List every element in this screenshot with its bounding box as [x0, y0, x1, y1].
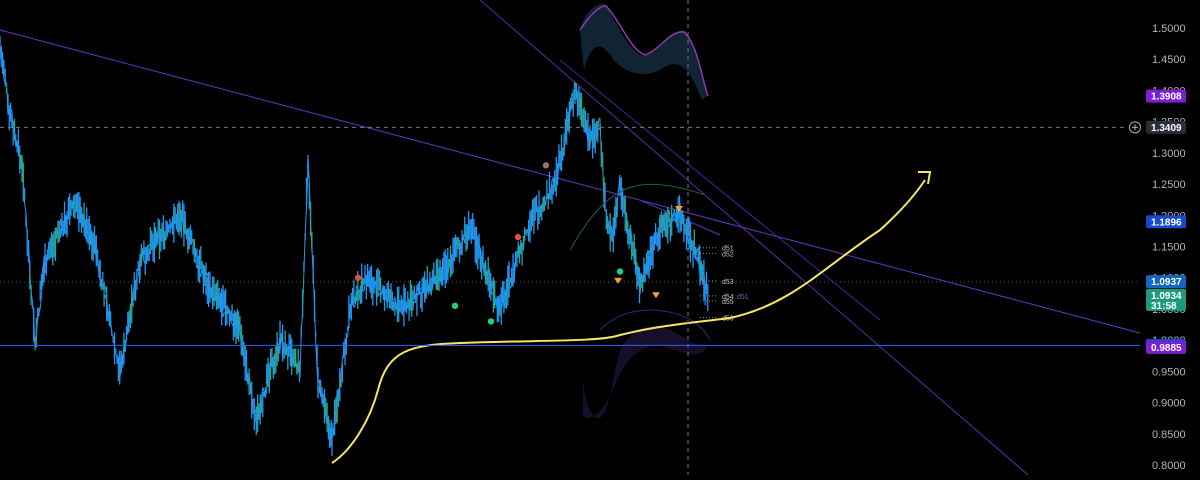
- axis-tick-label: 1.4500: [1152, 54, 1186, 66]
- price-chart[interactable]: d51d52d53d54d55d56d51 1.50001.45001.4000…: [0, 0, 1200, 475]
- axis-tick-label: 0.9000: [1152, 398, 1186, 410]
- price-segment: [93, 251, 94, 252]
- sell-signal-dot: [355, 275, 361, 281]
- buy-signal-dot: [452, 303, 458, 309]
- chart-container[interactable]: d51d52d53d54d55d56d51 1.50001.45001.4000…: [0, 0, 1200, 475]
- axis-tick-label: 1.2500: [1152, 179, 1186, 191]
- axis-tick-label: 1.5000: [1152, 23, 1186, 35]
- buy-signal-dot: [617, 268, 623, 274]
- price-segment: [707, 288, 708, 289]
- sell-signal-dot: [543, 162, 549, 168]
- axis-tick-label: 1.1500: [1152, 242, 1186, 254]
- axis-tick-label: 0.8000: [1152, 460, 1186, 472]
- d-level-label: d52: [722, 251, 734, 258]
- price-segment: [575, 82, 576, 99]
- price-tag-label: 1.3409: [1151, 123, 1182, 134]
- axis-tick-label: 0.9500: [1152, 366, 1186, 378]
- price-segment: [372, 280, 373, 281]
- price-segment: [589, 133, 590, 144]
- d-level-label: d53: [722, 279, 734, 286]
- countdown-label: 31:58: [1151, 301, 1177, 312]
- price-tag-label: 1.0937: [1151, 277, 1182, 288]
- price-segment: [595, 140, 596, 141]
- buy-signal-dot: [488, 318, 494, 324]
- chart-background: [0, 0, 1200, 475]
- price-tag-label: 0.9885: [1151, 343, 1182, 354]
- price-segment: [680, 211, 681, 225]
- price-tag-label: 1.3908: [1151, 92, 1182, 103]
- price-segment: [364, 283, 365, 290]
- axis-tick-label: 0.8500: [1152, 429, 1186, 441]
- price-tag-label: 1.1896: [1151, 217, 1182, 228]
- price-segment: [228, 313, 229, 314]
- d-level-extra-label: d51: [737, 294, 749, 301]
- price-segment: [298, 363, 299, 364]
- price-segment: [421, 289, 422, 290]
- axis-tick-label: 1.3000: [1152, 148, 1186, 160]
- d-level-label: d55: [722, 299, 734, 306]
- sell-signal-dot: [515, 234, 521, 240]
